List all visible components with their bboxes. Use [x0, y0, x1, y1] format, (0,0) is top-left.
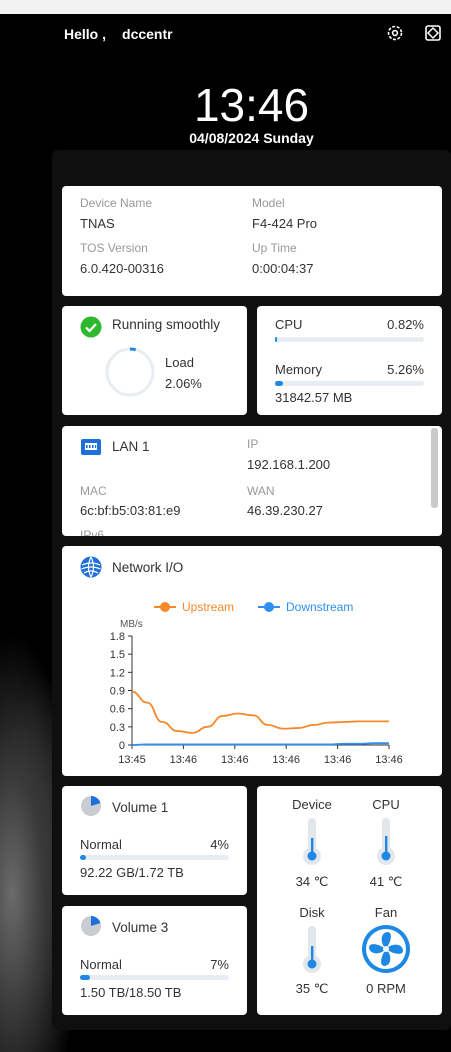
volume-usage-bar	[80, 975, 229, 980]
load-value: 2.06%	[165, 376, 202, 391]
ip-value: 192.168.1.200	[247, 457, 331, 472]
top-strip	[0, 0, 451, 14]
disk-temp-label: Disk	[299, 905, 325, 920]
system-status-card[interactable]: Running smoothly Load 2.06%	[62, 306, 247, 415]
greeting-text: Hello ,	[64, 26, 107, 42]
check-circle-icon	[80, 316, 102, 338]
x-tick-label: 13:46	[221, 754, 249, 766]
mac-value: 6c:bf:b5:03:81:e9	[80, 503, 181, 518]
x-tick-label: 13:46	[170, 754, 198, 766]
lan-card[interactable]: LAN 1 IP 192.168.1.200 MAC 6c:bf:b5:03:8…	[62, 426, 442, 536]
volume-title: Volume 3	[112, 920, 169, 935]
volume-title: Volume 1	[112, 800, 169, 815]
cpu-bar	[275, 337, 424, 342]
memory-bar	[275, 381, 424, 386]
legend-label: Upstream	[182, 600, 234, 614]
sensors-card[interactable]: Device 34 ℃ CPU 41 ℃ Disk 35 ℃ Fan 0 RPM	[257, 786, 442, 1015]
legend-marker	[264, 602, 274, 612]
status-title: Running smoothly	[112, 317, 221, 332]
model-label: Model	[252, 196, 285, 210]
username: dccentr	[122, 26, 173, 42]
cpu-temp-label: CPU	[372, 797, 400, 812]
volume-percent: 7%	[210, 957, 229, 972]
y-tick-label: 1.8	[110, 631, 125, 643]
ip-label: IP	[247, 437, 259, 451]
disk-temp: 35 ℃	[295, 981, 329, 996]
wan-value: 46.39.230.27	[247, 503, 323, 518]
memory-percent: 5.26%	[387, 362, 424, 377]
x-tick-label: 13:46	[272, 754, 300, 766]
uptime-value: 0:00:04:37	[252, 261, 314, 276]
network-io-card[interactable]: Network I/O Upstream Downstream MB/s 0 0.3 0.…	[62, 546, 442, 776]
network-title: Network I/O	[112, 560, 184, 575]
tos-version-label: TOS Version	[80, 241, 148, 255]
network-chart: Upstream Downstream MB/s 0 0.3 0.6 0.9 1.2 1.5 1.…	[110, 600, 403, 766]
wan-label: WAN	[247, 484, 275, 498]
y-tick-label: 1.2	[110, 667, 125, 679]
fan-label: Fan	[374, 905, 398, 920]
pie-chart-icon	[81, 796, 101, 816]
volume-status: Normal	[80, 957, 122, 972]
x-tick-label: 13:45	[118, 754, 146, 766]
thermometer-icon	[303, 818, 321, 865]
y-tick-label: 0.6	[110, 704, 125, 716]
model-value: F4-424 Pro	[252, 216, 318, 231]
uptime-label: Up Time	[252, 241, 297, 255]
series-line-upstream	[131, 690, 389, 734]
mac-label: MAC	[80, 484, 107, 498]
y-axis-label: MB/s	[120, 619, 143, 630]
ethernet-icon	[81, 439, 101, 455]
gear-icon[interactable]	[386, 24, 404, 42]
y-tick-label: 1.5	[110, 649, 125, 661]
device-temp-label: Device	[292, 797, 332, 812]
thermometer-icon	[303, 926, 321, 973]
lan-title: LAN 1	[112, 439, 150, 454]
clock-time: 13:46	[193, 79, 310, 131]
ipv6-label: IPv6	[80, 528, 105, 536]
volume-usage-bar	[80, 855, 229, 860]
legend-label: Downstream	[286, 600, 353, 614]
thermometer-icon	[377, 818, 395, 865]
volume-capacity: 1.50 TB/18.50 TB	[80, 985, 182, 1000]
device-name: TNAS	[80, 216, 115, 231]
lan-scrollbar[interactable]	[431, 428, 438, 508]
x-tick-label: 13:46	[375, 754, 403, 766]
clock-date: 04/08/2024 Sunday	[189, 130, 314, 146]
device-temp: 34 ℃	[295, 874, 329, 889]
device-info-card: Device Name TNAS Model F4-424 Pro TOS Ve…	[62, 186, 442, 296]
volume-status: Normal	[80, 837, 122, 852]
greeting: Hello , dccentr	[64, 26, 173, 42]
fan-icon	[362, 925, 410, 973]
cpu-temp: 41 ℃	[369, 874, 403, 889]
y-tick-label: 0.3	[110, 722, 125, 734]
load-label: Load	[165, 355, 194, 370]
y-tick-label: 0.9	[110, 686, 125, 698]
device-name-label: Device Name	[80, 196, 153, 210]
exit-icon[interactable]	[424, 24, 442, 42]
tos-version: 6.0.420-00316	[80, 261, 164, 276]
memory-total: 31842.57 MB	[275, 390, 353, 405]
volume-1-card[interactable]: Volume 1 Normal 4% 92.22 GB/1.72 TB	[62, 786, 247, 895]
cpu-label: CPU	[275, 317, 303, 332]
globe-icon	[80, 556, 102, 578]
y-tick-label: 0	[119, 740, 125, 752]
resource-usage-card[interactable]: CPU 0.82% Memory 5.26% 31842.57 MB	[257, 306, 442, 415]
volume-capacity: 92.22 GB/1.72 TB	[80, 865, 184, 880]
volume-3-card[interactable]: Volume 3 Normal 7% 1.50 TB/18.50 TB	[62, 906, 247, 1015]
x-tick-label: 13:46	[324, 754, 352, 766]
legend-marker	[160, 602, 170, 612]
cpu-percent: 0.82%	[387, 317, 424, 332]
load-ring	[105, 347, 155, 397]
memory-label: Memory	[275, 362, 322, 377]
pie-chart-icon	[81, 916, 101, 936]
fan-speed: 0 RPM	[366, 981, 406, 996]
volume-percent: 4%	[210, 837, 229, 852]
